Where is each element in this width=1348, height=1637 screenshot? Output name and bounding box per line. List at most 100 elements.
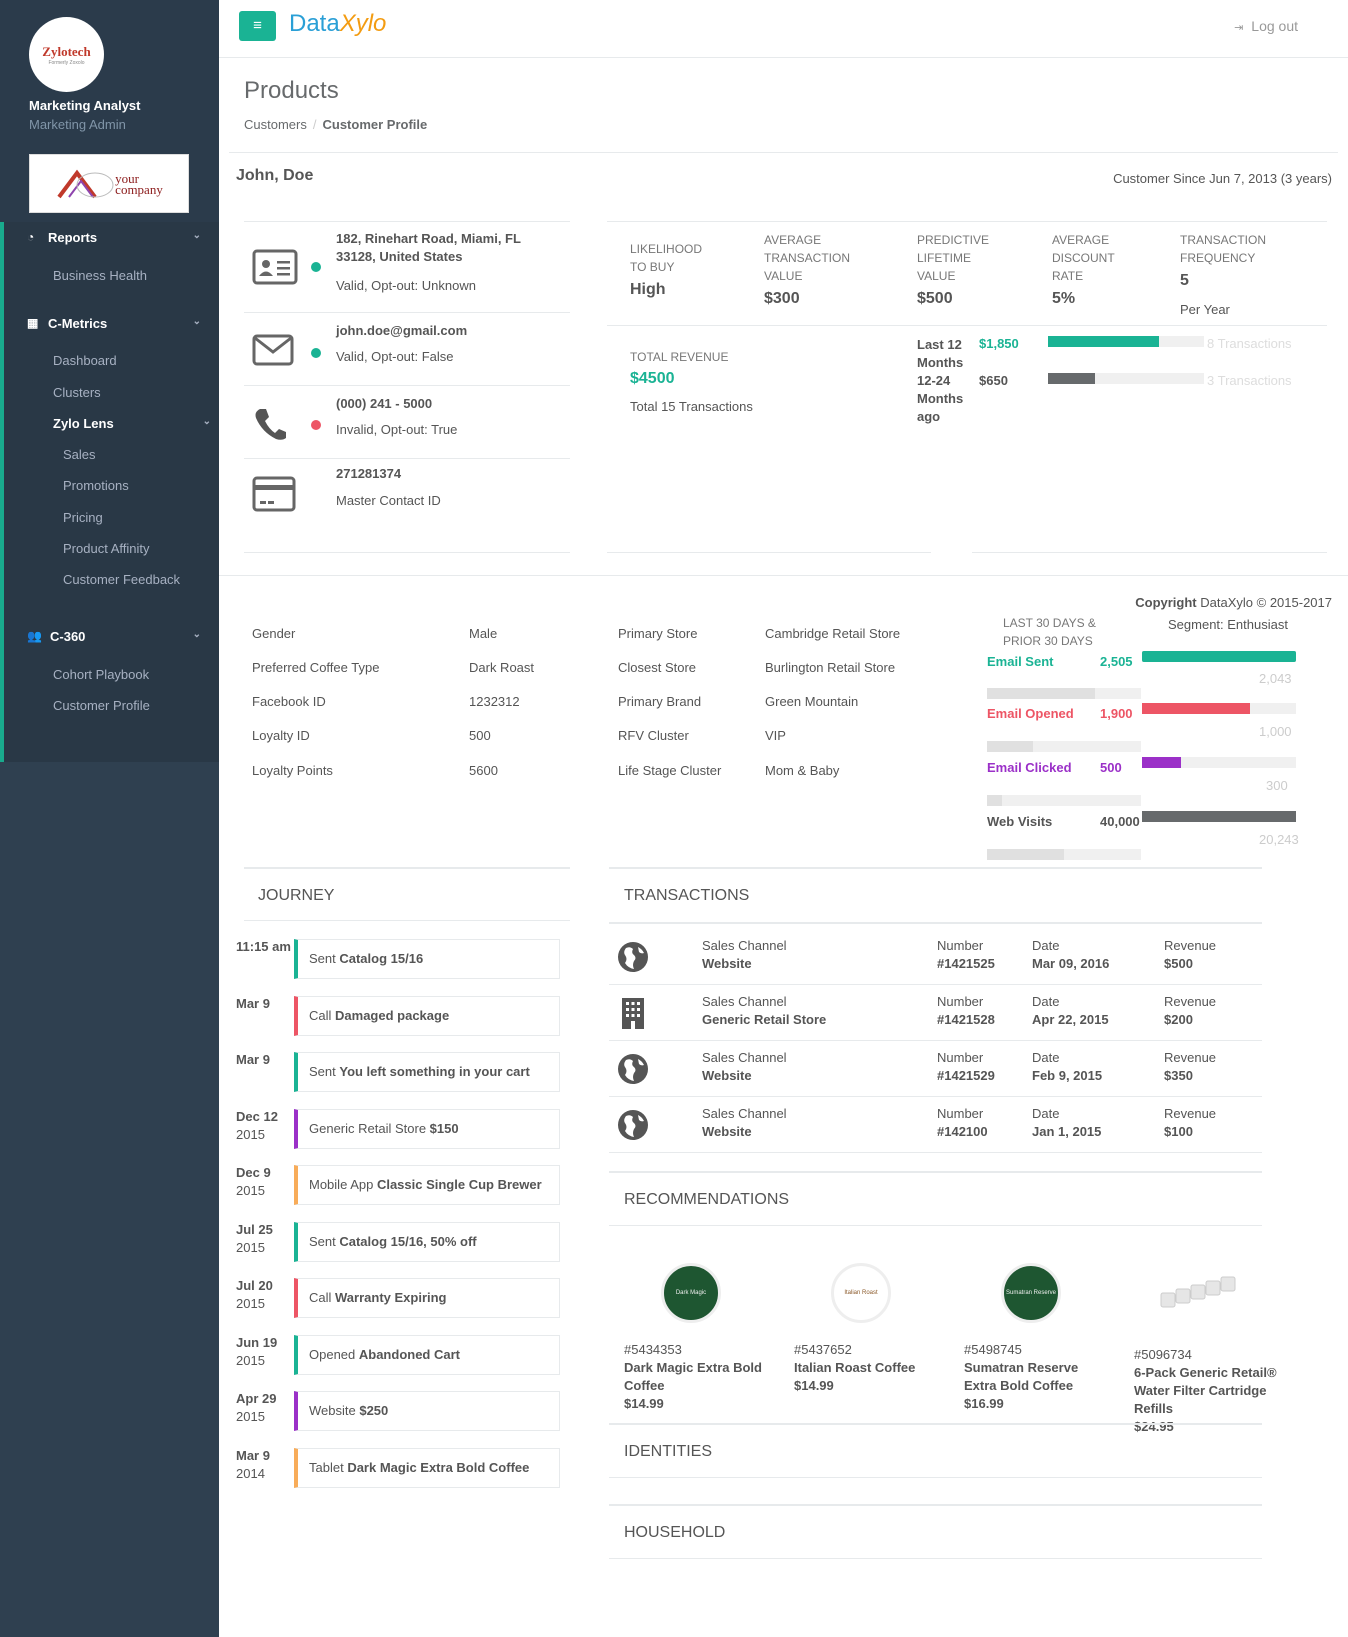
tx-date: Date Feb 9, 2015 <box>1032 1049 1102 1085</box>
journey-date-day: 11:15 am <box>236 939 291 954</box>
journey-detail: Dark Magic Extra Bold Coffee <box>347 1459 530 1475</box>
tx-date-label: Date <box>1032 1050 1060 1065</box>
journey-action: Website <box>309 1403 360 1418</box>
recommendation-card[interactable]: Sumatran Reserve #5498745 Sumatran Reserve… <box>964 1263 1114 1413</box>
journey-date-year: 2015 <box>236 1183 265 1198</box>
globe-icon <box>618 1110 648 1140</box>
journey-card[interactable]: Sent You left something in your cart <box>294 1052 560 1092</box>
tx-number: Number #1421528 <box>937 993 995 1029</box>
divider <box>607 325 1327 326</box>
transaction-row[interactable]: Sales Channel Generic Retail Store Number #… <box>609 987 1262 1041</box>
journey-detail: $150 <box>429 1120 459 1136</box>
recommendation-card[interactable]: Dark Magic #5434353 Dark Magic Extra Bold … <box>624 1263 774 1413</box>
email-text[interactable]: john.doe@gmail.com <box>336 322 467 340</box>
breadcrumb-customers[interactable]: Customers <box>244 117 307 132</box>
tx-revenue-value: $350 <box>1164 1068 1193 1083</box>
journey-card[interactable]: Tablet Dark Magic Extra Bold Coffee <box>294 1447 560 1488</box>
tx-date-label: Date <box>1032 938 1060 953</box>
tx-channel-value: Website <box>702 1068 752 1083</box>
journey-card[interactable]: Call Damaged package <box>294 995 560 1036</box>
recommendation-card[interactable]: Italian Roast #5437652 Italian Roast Coffe… <box>794 1263 944 1395</box>
likelihood-label-1: LIKELIHOOD <box>630 242 703 256</box>
plv-label-2: LIFETIME <box>917 251 972 265</box>
page-title: Products <box>244 77 339 104</box>
journey-card[interactable]: Website $250 <box>294 1391 560 1431</box>
divider <box>609 1504 1262 1506</box>
period-2-value: $650 <box>979 373 1008 388</box>
journey-detail: Warranty Expiring <box>335 1290 447 1305</box>
tx-channel: Sales Channel Website <box>702 937 787 973</box>
tx-channel: Sales Channel Website <box>702 1049 787 1085</box>
nav-zylo-lens[interactable]: Zylo Lens ⌄ <box>53 416 219 431</box>
journey-action: Sent <box>309 1064 340 1079</box>
address-card-icon <box>252 249 298 285</box>
tx-channel: Sales Channel Website <box>702 1105 787 1141</box>
divider <box>609 1171 1262 1173</box>
attr-value: 1232312 <box>469 694 520 709</box>
tx-date: Date Apr 22, 2015 <box>1032 993 1109 1029</box>
journey-date: Apr 29 2015 <box>236 1390 276 1426</box>
divider <box>229 152 1338 153</box>
sidebar-profile: Zylotech Formerly Zoxolo Marketing Analy… <box>0 0 219 222</box>
menu-toggle-button[interactable]: ≡ <box>239 11 276 41</box>
logout-button[interactable]: ⇥ Log out <box>1234 18 1298 34</box>
journey-date-year: 2015 <box>236 1296 265 1311</box>
nav-cmetrics[interactable]: ▦ C-Metrics ⌄ <box>4 316 219 336</box>
tx-revenue-label: Revenue <box>1164 938 1217 953</box>
grid-icon: ▦ <box>27 316 39 330</box>
engagement-bar <box>1142 703 1296 714</box>
journey-card[interactable]: Generic Retail Store $150 <box>294 1108 560 1149</box>
tx-date-value: Feb 9, 2015 <box>1032 1068 1103 1083</box>
period-1-label: Last 12 Months <box>917 336 963 372</box>
product-sku: #5096734 <box>1134 1347 1192 1362</box>
segment-label: Segment: Enthusiast <box>1168 617 1288 632</box>
attr-key: RFV Cluster <box>618 728 689 743</box>
journey-card[interactable]: Mobile App Classic Single Cup Brewer <box>294 1165 560 1205</box>
journey-date-day: Jul 20 <box>236 1278 273 1293</box>
engagement-value: 40,000 <box>1100 814 1140 829</box>
recommendations-title: RECOMMENDATIONS <box>624 1191 790 1208</box>
transaction-row[interactable]: Sales Channel Website Number #1421525 Date Ma… <box>609 931 1262 985</box>
journey-card[interactable]: Call Warranty Expiring <box>294 1278 560 1318</box>
engagement-value: 2,505 <box>1100 654 1133 669</box>
tx-number-value: #1421528 <box>937 1012 995 1027</box>
tx-revenue: Revenue $200 <box>1164 993 1216 1029</box>
attr-value: Burlington Retail Store <box>765 660 896 675</box>
user-name[interactable]: Marketing Analyst <box>29 98 141 113</box>
nav-reports[interactable]: ◔ Reports ⌄ <box>4 230 219 250</box>
journey-card[interactable]: Sent Catalog 15/16, 50% off <box>294 1221 560 1262</box>
journey-card[interactable]: Opened Abandoned Cart <box>294 1334 560 1375</box>
sidebar-nav: ◔ Reports ⌄ Business Health ▦ C-Metrics … <box>0 222 219 762</box>
tx-number-value: #1421525 <box>937 956 995 971</box>
journey-date-day: Mar 9 <box>236 1052 270 1067</box>
tx-date-label: Date <box>1032 1106 1060 1121</box>
journey-card[interactable]: Sent Catalog 15/16 <box>294 939 560 979</box>
attr-key: Loyalty ID <box>252 728 310 743</box>
company-house-icon <box>57 169 114 198</box>
nav-cmetrics-label: C-Metrics <box>48 316 108 331</box>
journey-date: 11:15 am <box>236 938 291 956</box>
engagement-value: 500 <box>1100 760 1122 775</box>
engagement-prior-bar-fill <box>987 741 1034 752</box>
breadcrumb: Customers / Customer Profile <box>244 117 427 132</box>
household-title[interactable]: HOUSEHOLD <box>624 1524 725 1542</box>
nav-c360[interactable]: 👥 C-360 ⌄ <box>4 629 219 649</box>
recommendation-card[interactable]: #5096734 6-Pack Generic Retail® Water Fil… <box>1134 1263 1284 1436</box>
attr-value: 500 <box>469 728 491 743</box>
engagement-bar-fill <box>1142 651 1296 662</box>
journey-detail: Classic Single Cup Brewer <box>376 1177 542 1192</box>
identities-title[interactable]: IDENTITIES <box>624 1443 712 1461</box>
logout-label: Log out <box>1251 18 1298 34</box>
product-image: Italian Roast <box>831 1263 891 1323</box>
attr-key: Facebook ID <box>252 694 326 709</box>
chevron-down-icon: ⌄ <box>192 230 201 241</box>
journey-date: Dec 12 2015 <box>236 1108 278 1144</box>
transaction-row[interactable]: Sales Channel Website Number #142100 Date Jan… <box>609 1099 1262 1153</box>
transaction-row[interactable]: Sales Channel Website Number #1421529 Date Fe… <box>609 1043 1262 1097</box>
address-row: 182, Rinehart Road, Miami, FL 33128, Uni… <box>244 222 570 313</box>
product-name: Dark Magic Extra Bold Coffee <box>624 1360 762 1393</box>
period-1-count: 8 Transactions <box>1207 336 1292 351</box>
journey-date: Dec 9 2015 <box>236 1164 271 1200</box>
atv-label-2: TRANSACTION <box>764 251 851 265</box>
customer-name: John, Doe <box>236 167 314 184</box>
